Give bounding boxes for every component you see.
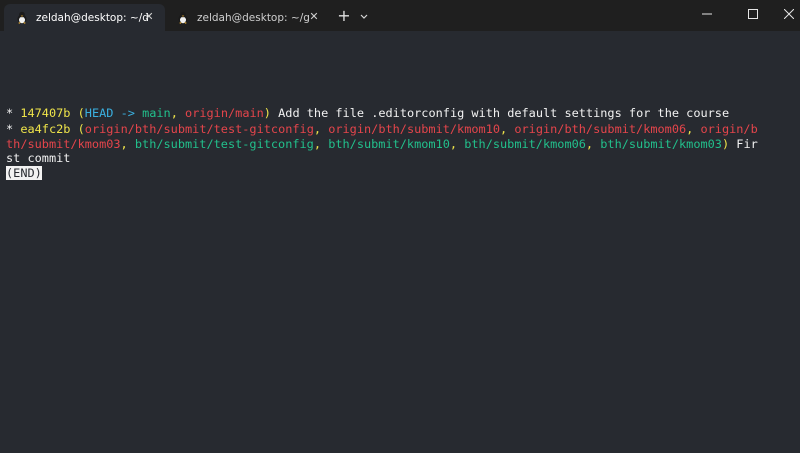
- log-line-commit-2-wrap: th/submit/kmom03, bth/submit/test-gitcon…: [6, 137, 758, 151]
- minimize-button[interactable]: [684, 0, 730, 29]
- chevron-down-icon: [360, 14, 368, 19]
- tab-title: zeldah@desktop: ~/git/dbwebb: [197, 11, 309, 24]
- tab-title: zeldah@desktop: ~/dbwebb-k: [36, 11, 148, 24]
- head-pointer: HEAD ->: [84, 106, 135, 120]
- commit-message: Fir: [729, 137, 758, 151]
- close-tab-button[interactable]: ✕: [308, 11, 320, 23]
- title-bar: zeldah@desktop: ~/dbwebb-k ✕ zeldah@desk…: [0, 0, 800, 31]
- log-line-commit-1: * 147407b (HEAD -> main, origin/main) Ad…: [6, 106, 730, 120]
- commit-hash: 147407b: [20, 106, 71, 120]
- branch-local-test-gitconfig: bth/submit/test-gitconfig: [134, 137, 314, 151]
- commit-message: Add the file .editorconfig with default …: [270, 106, 730, 120]
- pager-end-marker: (END): [6, 166, 42, 180]
- commit-hash: ea4fc2b: [20, 122, 71, 136]
- branch-main: main: [142, 106, 171, 120]
- pager-end-line: (END): [6, 166, 42, 181]
- branch-remote-kmom03-wrap: th/submit/kmom03: [6, 137, 121, 151]
- linux-tux-icon: [17, 11, 27, 24]
- new-tab-button[interactable]: +: [334, 6, 354, 26]
- tab-terminal-2[interactable]: zeldah@desktop: ~/git/dbwebb ✕: [165, 4, 330, 31]
- close-window-button[interactable]: [766, 0, 800, 29]
- close-tab-button[interactable]: ✕: [143, 11, 155, 23]
- branch-local-kmom03: bth/submit/kmom03: [600, 137, 722, 151]
- branch-origin-main: origin/main: [185, 106, 264, 120]
- tab-dropdown-button[interactable]: [356, 6, 372, 26]
- log-line-commit-2: * ea4fc2b (origin/bth/submit/test-gitcon…: [6, 122, 758, 136]
- branch-remote-kmom10: origin/bth/submit/kmom10: [328, 122, 501, 136]
- branch-remote-test-gitconfig: origin/bth/submit/test-gitconfig: [84, 122, 314, 136]
- maximize-icon: [748, 9, 758, 19]
- linux-tux-icon: [178, 11, 188, 24]
- close-icon: [784, 9, 794, 19]
- branch-remote-kmom03: origin/b: [700, 122, 758, 136]
- branch-local-kmom06: bth/submit/kmom06: [464, 137, 586, 151]
- tab-terminal-1[interactable]: zeldah@desktop: ~/dbwebb-k ✕: [4, 4, 165, 31]
- minimize-icon: [702, 13, 712, 15]
- branch-remote-kmom06: origin/bth/submit/kmom06: [514, 122, 687, 136]
- terminal-output[interactable]: * 147407b (HEAD -> main, origin/main) Ad…: [0, 31, 800, 453]
- branch-local-kmom10: bth/submit/kmom10: [328, 137, 450, 151]
- commit-message-wrap: st commit: [6, 151, 71, 165]
- log-line-commit-2-message: st commit: [6, 151, 70, 166]
- graph-marker: *: [6, 106, 21, 120]
- graph-marker: *: [6, 122, 21, 136]
